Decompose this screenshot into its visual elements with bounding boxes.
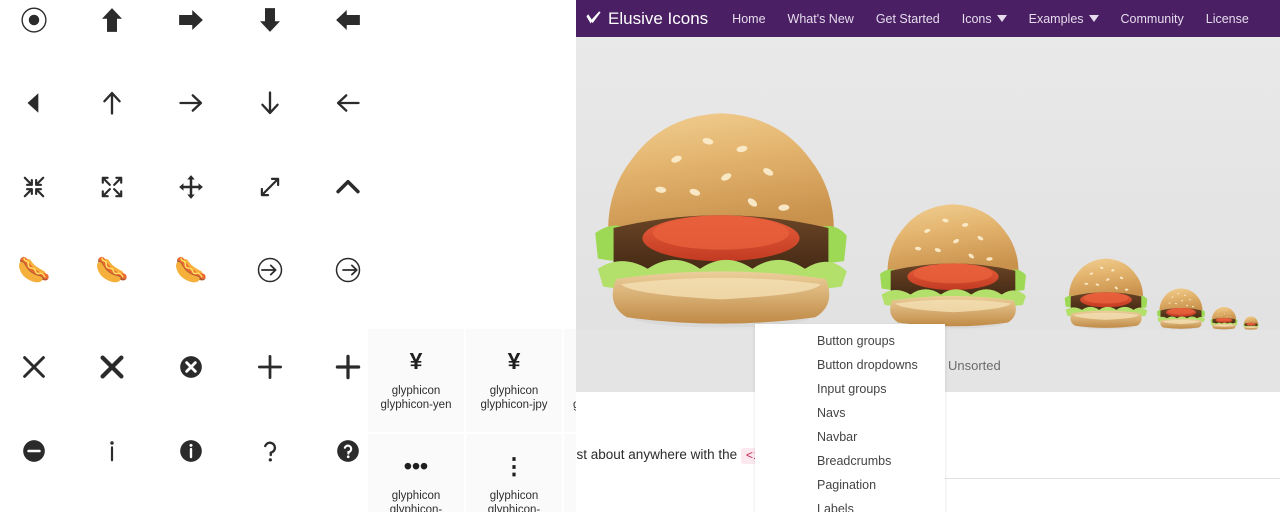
nav-link-label: License xyxy=(1205,11,1249,26)
glyphicon-label: glyphicon glyphicon- option-horizontal xyxy=(389,490,443,512)
glyphicon-cell[interactable]: ••• glyphicon glyphicon- option-horizonta… xyxy=(368,434,464,512)
content-divider xyxy=(918,478,1280,479)
examples-dropdown-menu[interactable]: Button groups Button dropdowns Input group… xyxy=(755,324,945,512)
burger-image-6 xyxy=(1243,314,1259,330)
hotdog-icon[interactable]: 🌭 xyxy=(0,236,68,304)
chevron-down-icon xyxy=(996,15,1007,22)
glyphicon-cell[interactable]: ¥ glyphicon glyphicon-jpy xyxy=(466,329,562,432)
hotdog-icon: 🌭 xyxy=(95,254,129,285)
chevron-up-icon[interactable] xyxy=(314,153,382,221)
nav-link-home[interactable]: Home xyxy=(732,12,765,26)
glyphicon-label: glyphicon glyphicon-jpy xyxy=(480,385,548,411)
brand-label: Elusive Icons xyxy=(608,8,709,28)
nav-link-icons[interactable]: Icons xyxy=(962,12,1007,26)
glyphicon-label: glyphicon glyphicon-yen xyxy=(380,385,452,411)
dropdown-item-navbar[interactable]: Navbar xyxy=(755,425,945,449)
close-icon[interactable] xyxy=(78,333,146,401)
dropdown-item-button-groups[interactable]: Button groups xyxy=(755,329,945,353)
burger-image-5 xyxy=(1210,303,1238,330)
expand-icon[interactable] xyxy=(78,153,146,221)
option-vertical-icon: ⋮ xyxy=(502,452,526,479)
glyphicon-cell[interactable]: ⋮ glyphicon glyphicon- option-vertical xyxy=(466,434,562,512)
nav-link-what-s-new[interactable]: What's New xyxy=(788,12,854,26)
collapse-icon[interactable] xyxy=(0,153,68,221)
option-horizontal-icon: ••• xyxy=(403,452,429,479)
nav-link-label: Get Started xyxy=(875,11,940,26)
arrow-up-bold-icon[interactable] xyxy=(78,0,146,54)
remove-icon[interactable] xyxy=(0,333,68,401)
move-icon[interactable] xyxy=(157,153,225,221)
hotdog-icon[interactable]: 🌭 xyxy=(78,236,146,304)
hotdog-icon[interactable]: 🌭 xyxy=(157,236,225,304)
resize-diagonal-icon[interactable] xyxy=(236,153,304,221)
elusive-check-mark-icon xyxy=(586,11,601,24)
nav-link-label: Community xyxy=(1120,11,1184,26)
nav-link-license[interactable]: License xyxy=(1206,12,1249,26)
dropdown-item-breadcrumbs[interactable]: Breadcrumbs xyxy=(755,449,945,473)
remove-circle-icon[interactable] xyxy=(157,333,225,401)
nav-link-label: Icons xyxy=(961,11,992,26)
record-circle-icon[interactable] xyxy=(0,0,68,54)
minus-circle-icon[interactable] xyxy=(0,417,68,485)
arrow-left-bold-icon[interactable] xyxy=(314,0,382,54)
arrow-left-thin-icon[interactable] xyxy=(314,69,382,137)
caret-left-icon[interactable] xyxy=(0,69,68,137)
screenshot-root: 🌭 🌭 🌭 ¥ glyphicon glyphicon-yen ¥ glyphicon g… xyxy=(0,0,1280,512)
jpy-icon: ¥ xyxy=(507,347,521,374)
dropdown-item-button-dropdowns[interactable]: Button dropdowns xyxy=(755,353,945,377)
nav-link-get-started[interactable]: Get Started xyxy=(876,12,940,26)
nav-link-examples[interactable]: Examples xyxy=(1029,12,1099,26)
question-icon[interactable] xyxy=(236,417,304,485)
dropdown-item-navs[interactable]: Navs xyxy=(755,401,945,425)
hotdog-icon: 🌭 xyxy=(174,254,208,285)
burger-image-2 xyxy=(877,182,1029,330)
usage-paragraph-prefix: ns just about anywhere with the xyxy=(576,447,738,462)
burger-image-1 xyxy=(590,75,852,330)
unsorted-label[interactable]: Unsorted xyxy=(948,358,1001,373)
log-in-icon[interactable] xyxy=(236,236,304,304)
burger-image-4 xyxy=(1156,281,1206,330)
burger-scale-hero xyxy=(576,37,1280,330)
nav-link-label: Examples xyxy=(1028,11,1084,26)
log-out-icon[interactable] xyxy=(314,236,382,304)
dropdown-item-labels[interactable]: Labels xyxy=(755,497,945,512)
arrow-right-bold-icon[interactable] xyxy=(157,0,225,54)
nav-link-community[interactable]: Community xyxy=(1121,12,1184,26)
arrow-right-thin-icon[interactable] xyxy=(157,69,225,137)
dropdown-item-pagination[interactable]: Pagination xyxy=(755,473,945,497)
plus-icon[interactable] xyxy=(236,333,304,401)
arrow-up-thin-icon[interactable] xyxy=(78,69,146,137)
glyphicon-cell[interactable]: ¥ glyphicon glyphicon-yen xyxy=(368,329,464,432)
brand-logo[interactable]: Elusive Icons xyxy=(585,9,708,29)
dropdown-item-input-groups[interactable]: Input groups xyxy=(755,377,945,401)
info-icon[interactable] xyxy=(78,417,146,485)
chevron-down-icon xyxy=(1088,15,1099,22)
nav-link-label: What's New xyxy=(787,11,854,26)
arrow-down-bold-icon[interactable] xyxy=(236,0,304,54)
burger-image-3 xyxy=(1063,246,1149,330)
info-circle-icon[interactable] xyxy=(157,417,225,485)
site-navbar: Elusive Icons Home What's New Get Started I… xyxy=(576,0,1280,37)
glyphicon-label: glyphicon glyphicon- option-vertical xyxy=(487,490,541,512)
arrow-down-thin-icon[interactable] xyxy=(236,69,304,137)
navbar-links: Home What's New Get Started Icons Examples Co… xyxy=(732,12,1271,26)
hotdog-icon: 🌭 xyxy=(17,254,51,285)
nav-link-label: Home xyxy=(732,11,766,26)
yen-icon: ¥ xyxy=(409,347,423,374)
